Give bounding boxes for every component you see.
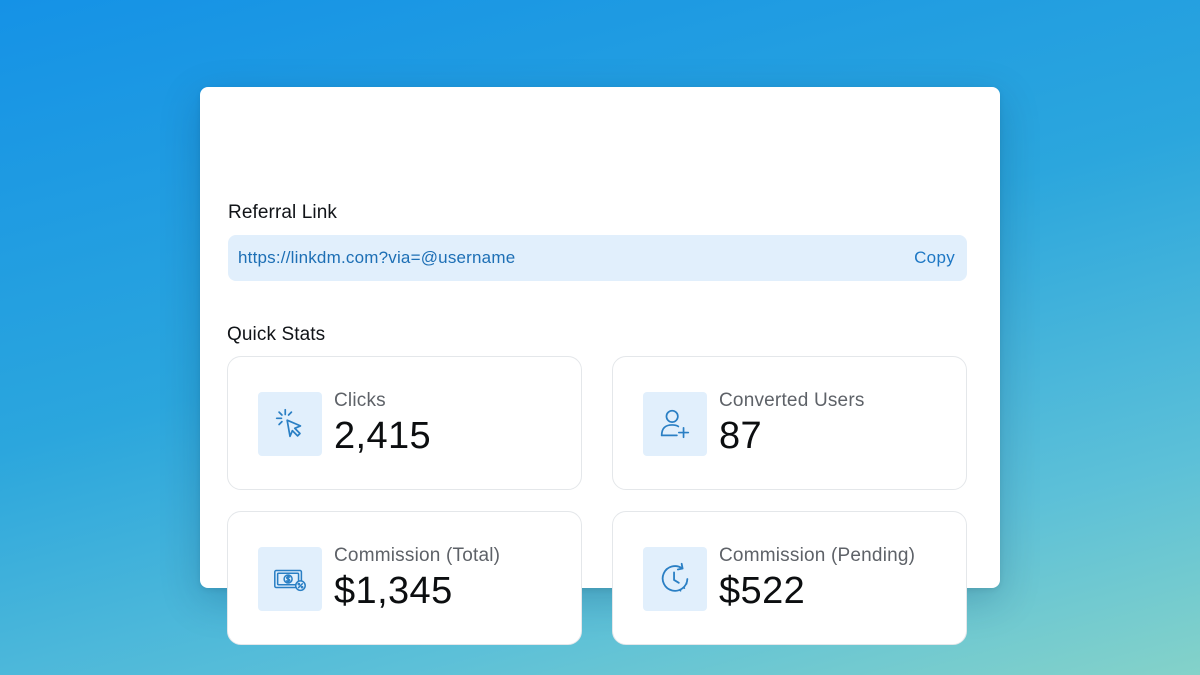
user-add-icon xyxy=(643,392,707,456)
stat-value-commission-total: $1,345 xyxy=(334,570,453,612)
stat-title-commission-total: Commission (Total) xyxy=(334,545,501,566)
stat-card-commission-total: Commission (Total) $1,345 xyxy=(227,511,582,645)
money-commission-icon xyxy=(258,547,322,611)
referral-link-url[interactable]: https://linkdm.com?via=@username xyxy=(238,248,515,268)
referral-dashboard-card: Referral Link https://linkdm.com?via=@us… xyxy=(200,87,1000,645)
stat-value-clicks: 2,415 xyxy=(334,415,432,457)
stat-card-commission-pending: Commission (Pending) $522 xyxy=(612,511,967,645)
stat-title-clicks: Clicks xyxy=(334,390,386,411)
quick-stats-heading: Quick Stats xyxy=(227,324,326,345)
stat-card-clicks: Clicks 2,415 xyxy=(227,356,582,490)
stat-value-converted-users: 87 xyxy=(719,415,763,457)
copy-link-button[interactable]: Copy xyxy=(914,248,955,268)
referral-link-bar: https://linkdm.com?via=@username Copy xyxy=(228,235,967,281)
stat-card-converted-users: Converted Users 87 xyxy=(612,356,967,490)
stat-title-converted-users: Converted Users xyxy=(719,390,865,411)
clock-pending-icon xyxy=(643,547,707,611)
stat-value-commission-pending: $522 xyxy=(719,570,806,612)
cursor-click-icon xyxy=(258,392,322,456)
stat-title-commission-pending: Commission (Pending) xyxy=(719,545,916,566)
referral-link-heading: Referral Link xyxy=(228,202,338,223)
